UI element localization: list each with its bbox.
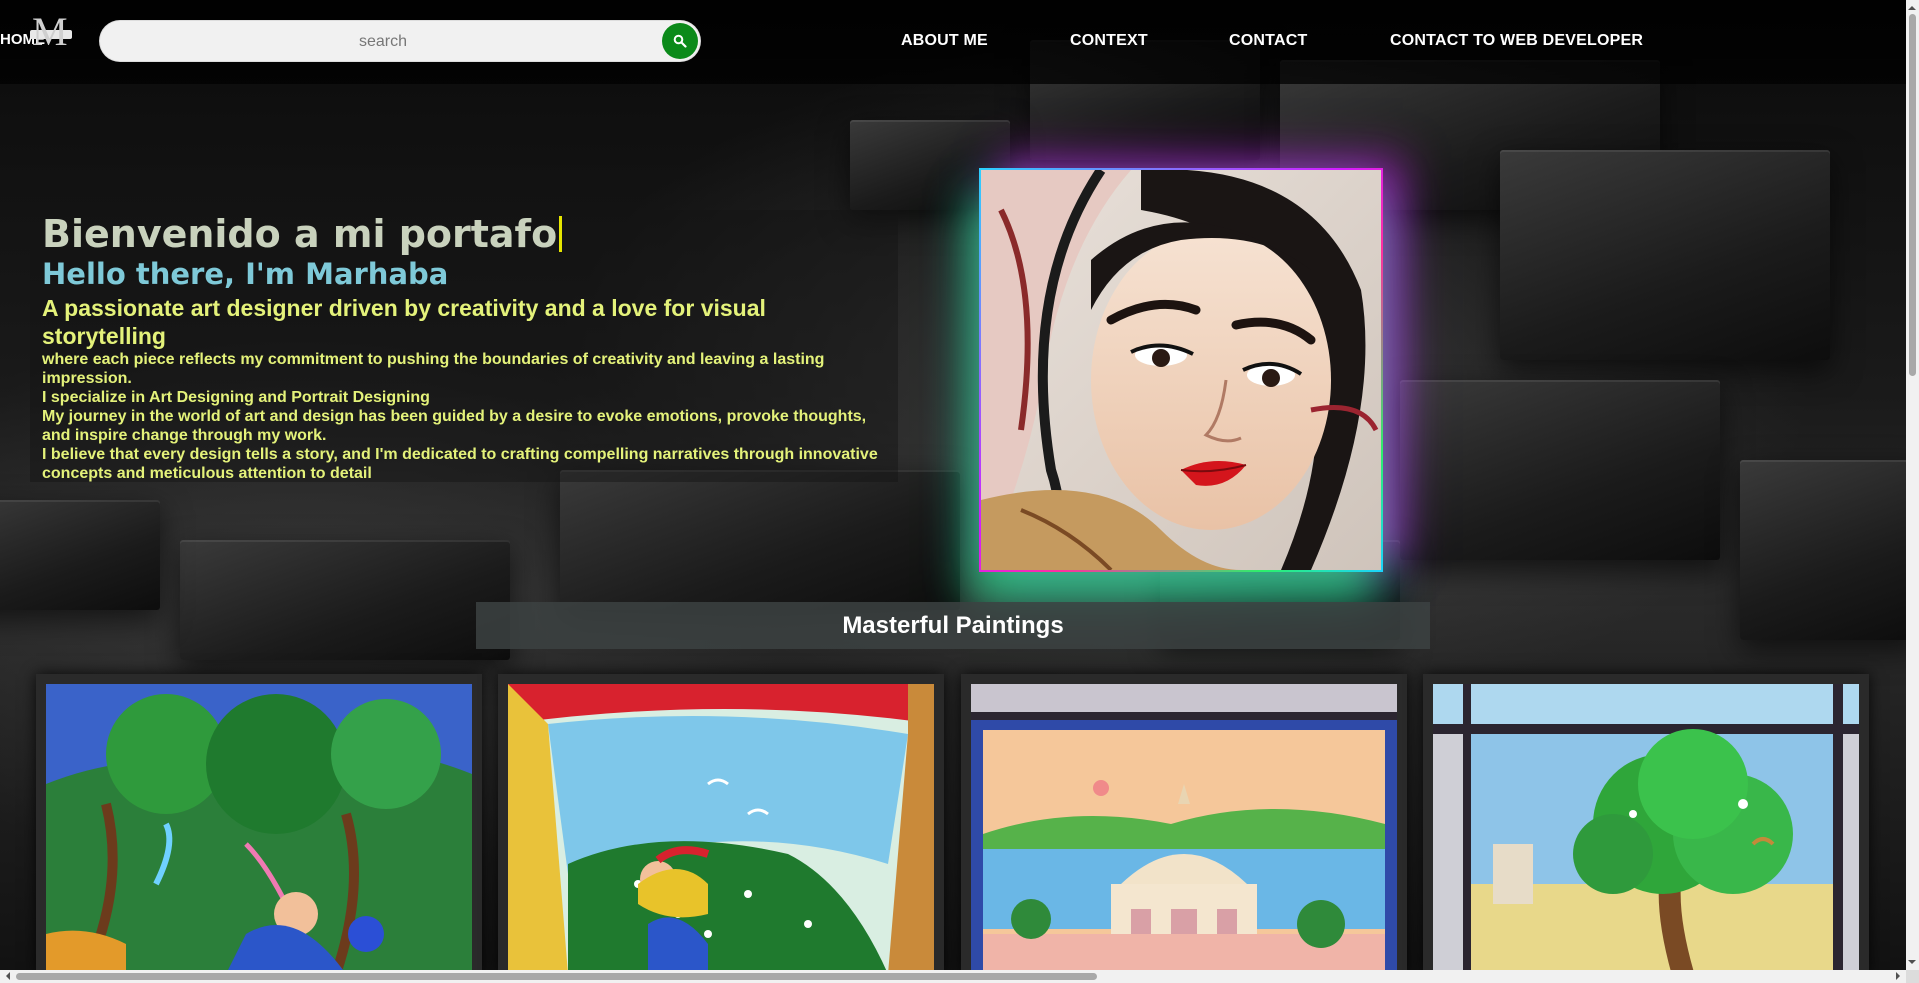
scroll-down-arrow-icon[interactable]	[1908, 960, 1916, 968]
painting-image-2	[508, 684, 934, 974]
hero-paragraph-2: I specialize in Art Designing and Portra…	[42, 389, 430, 406]
search-input[interactable]	[116, 21, 650, 63]
hero-heading: Bienvenido a mi portafo	[42, 212, 563, 256]
nav-contact-web-developer[interactable]: CONTACT TO WEB DEVELOPER	[1390, 32, 1643, 50]
hero-paragraph-1: where each piece reflects my commitment …	[42, 351, 825, 387]
painting-image-1	[46, 684, 472, 974]
painting-card-2[interactable]	[498, 674, 944, 974]
portrait-image	[979, 168, 1383, 572]
painting-image-4	[1433, 684, 1859, 974]
site-logo[interactable]: M	[28, 9, 72, 54]
logo-monogram-icon: M	[32, 9, 68, 54]
portrait-artwork	[981, 170, 1381, 570]
painting-image-3	[971, 684, 1397, 974]
gallery-title: Masterful Paintings	[842, 612, 1064, 639]
search-box	[100, 21, 700, 63]
hero-paragraph-3: My journey in the world of art and desig…	[42, 408, 867, 444]
hero-heading-text: Bienvenido a mi portafo	[42, 212, 558, 256]
hero-introduction: Bienvenido a mi portafo Hello there, I'm…	[30, 210, 898, 482]
nav-context[interactable]: CONTEXT	[1070, 32, 1148, 50]
painting-card-3[interactable]	[961, 674, 1407, 974]
scroll-left-arrow-icon[interactable]	[2, 972, 10, 980]
hero-tagline: A passionate art designer driven by crea…	[42, 295, 766, 349]
painting-card-1[interactable]	[36, 674, 482, 974]
scrollbar-corner	[1906, 970, 1919, 983]
gallery-title-bar: Masterful Paintings	[476, 602, 1430, 649]
page: HOME M ABOUT ME CONTEXT CONTACT CONTACT …	[0, 0, 1919, 983]
search-icon	[673, 34, 687, 48]
nav-contact[interactable]: CONTACT	[1229, 32, 1307, 50]
top-navigation-bar: HOME M ABOUT ME CONTEXT CONTACT CONTACT …	[0, 0, 1919, 84]
horizontal-scrollbar[interactable]	[0, 970, 1906, 983]
vertical-scrollbar[interactable]	[1906, 0, 1919, 970]
hero-greeting: Hello there, I'm Marhaba	[42, 257, 449, 291]
nav-about-me[interactable]: ABOUT ME	[901, 32, 988, 50]
painting-card-4[interactable]	[1423, 674, 1869, 974]
hero-paragraph-4: I believe that every design tells a stor…	[42, 446, 878, 482]
scroll-right-arrow-icon[interactable]	[1896, 972, 1904, 980]
horizontal-scroll-thumb[interactable]	[16, 973, 1097, 980]
search-button[interactable]	[662, 23, 698, 59]
vertical-scroll-thumb[interactable]	[1909, 14, 1916, 376]
scroll-up-arrow-icon[interactable]	[1908, 2, 1916, 10]
typing-caret	[559, 216, 563, 252]
